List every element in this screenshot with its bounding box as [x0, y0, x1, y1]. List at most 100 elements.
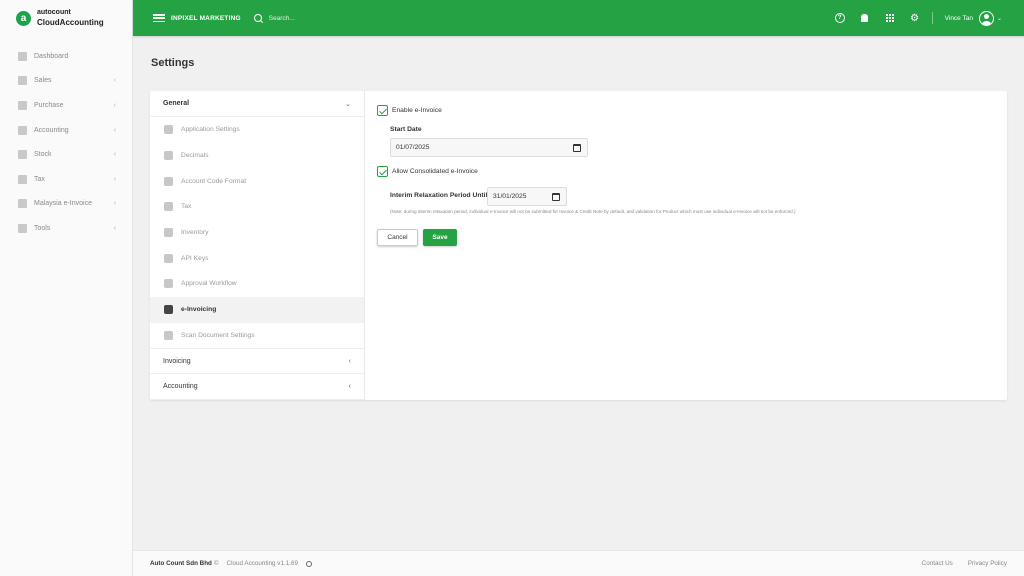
settings-item-approval-workflow[interactable]: Approval Workflow	[150, 271, 364, 297]
settings-item-label: Approval Workflow	[181, 280, 237, 288]
contact-us-link[interactable]: Contact Us	[922, 560, 953, 567]
sidebar-item-label: Tools	[34, 224, 51, 232]
chevron-left-icon: ‹	[113, 151, 116, 159]
interim-period-label: Interim Relaxation Period Until	[390, 192, 488, 199]
settings-item-api-keys[interactable]: API Keys	[150, 245, 364, 271]
gear-icon	[164, 125, 173, 135]
stock-icon	[18, 150, 27, 160]
sales-icon	[18, 76, 27, 86]
settings-item-label: Tax	[181, 203, 192, 211]
start-date-label: Start Date	[390, 126, 422, 133]
settings-item-application-settings[interactable]: Application Settings	[150, 117, 364, 143]
decimals-icon	[164, 151, 173, 161]
settings-item-inventory[interactable]: Inventory	[150, 220, 364, 246]
settings-item-tax[interactable]: Tax	[150, 194, 364, 220]
calendar-icon[interactable]	[552, 192, 560, 201]
sidebar-item-label: Accounting	[34, 126, 69, 134]
box-icon	[164, 228, 173, 238]
dashboard-icon	[18, 51, 27, 61]
brand-top-text: autocount	[37, 9, 71, 16]
scan-document-icon	[164, 330, 173, 340]
search-icon[interactable]	[253, 13, 263, 23]
sidebar-item-label: Stock	[34, 151, 52, 159]
tax-icon	[18, 174, 27, 184]
globe-icon[interactable]	[305, 560, 312, 567]
chevron-left-icon: ‹	[113, 224, 116, 232]
settings-item-account-code-format[interactable]: Account Code Format	[150, 168, 364, 194]
interim-date-input[interactable]: 31/01/2025	[487, 187, 567, 206]
sidebar-item-stock[interactable]: Stock ‹	[0, 142, 132, 167]
settings-group-general[interactable]: General ⌄	[150, 91, 364, 117]
bell-icon	[861, 14, 869, 22]
settings-item-label: Inventory	[181, 229, 209, 237]
document-icon	[164, 305, 173, 315]
sidebar: a autocount CloudAccounting Dashboard Sa…	[0, 0, 133, 576]
chevron-down-icon[interactable]: ⌄	[997, 15, 1002, 22]
sidebar-item-purchase[interactable]: Purchase ‹	[0, 93, 132, 118]
save-button[interactable]: Save	[423, 229, 457, 246]
sidebar-item-label: Malaysia e-Invoice	[34, 200, 92, 208]
settings-group-invoicing[interactable]: Invoicing ‹	[150, 348, 364, 375]
settings-nav: General ⌄ Application Settings Decimals …	[150, 91, 365, 401]
hamburger-menu-icon[interactable]	[153, 14, 165, 22]
interim-note: (Note: during interim relaxation period,…	[390, 209, 796, 214]
settings-item-label: Scan Document Settings	[181, 331, 255, 339]
footer-company: Auto Count Sdn Bhd	[150, 560, 212, 567]
account-code-icon	[164, 176, 173, 186]
chevron-left-icon: ‹	[113, 77, 116, 85]
settings-item-e-invoicing[interactable]: e-Invoicing	[150, 296, 364, 323]
accounting-icon	[18, 125, 27, 135]
settings-card: General ⌄ Application Settings Decimals …	[150, 91, 1007, 401]
sidebar-item-tax[interactable]: Tax ‹	[0, 167, 132, 192]
footer: Auto Count Sdn Bhd © Cloud Accounting v1…	[133, 550, 1024, 576]
settings-item-decimals[interactable]: Decimals	[150, 143, 364, 169]
tax-icon	[164, 202, 173, 212]
copyright-symbol: ©	[213, 560, 219, 567]
chevron-left-icon: ‹	[113, 175, 116, 183]
sidebar-item-accounting[interactable]: Accounting ‹	[0, 118, 132, 143]
start-date-input[interactable]: 01/07/2025	[390, 138, 588, 157]
settings-group-label: Invoicing	[163, 357, 191, 365]
chevron-left-icon: ‹	[113, 101, 116, 109]
sidebar-item-label: Sales	[34, 77, 52, 85]
settings-item-label: API Keys	[181, 254, 209, 262]
chevron-left-icon: ‹	[348, 357, 351, 365]
sidebar-item-dashboard[interactable]: Dashboard	[0, 44, 132, 69]
settings-group-label: Accounting	[163, 383, 198, 391]
autocount-logo-icon: a	[16, 10, 31, 26]
sidebar-item-label: Dashboard	[34, 52, 69, 60]
sidebar-item-malaysia-einvoice[interactable]: Malaysia e-Invoice ‹	[0, 192, 132, 217]
sidebar-item-sales[interactable]: Sales ‹	[0, 69, 132, 94]
cancel-button[interactable]: Cancel	[377, 229, 418, 246]
settings-group-label: General	[163, 100, 190, 107]
einvoice-icon	[18, 199, 27, 209]
settings-item-label: Application Settings	[181, 126, 240, 134]
notifications-button[interactable]	[860, 13, 870, 23]
allow-consolidated-row[interactable]: Allow Consolidated e-Invoice	[377, 166, 478, 177]
allow-consolidated-checkbox[interactable]	[377, 166, 388, 177]
calendar-icon[interactable]	[573, 143, 581, 152]
apps-button[interactable]	[885, 13, 895, 23]
list-icon	[164, 279, 173, 289]
sidebar-nav: Dashboard Sales ‹ Purchase ‹ Accounting …	[0, 44, 132, 241]
settings-item-scan-document-settings[interactable]: Scan Document Settings	[150, 323, 364, 349]
settings-group-accounting[interactable]: Accounting ‹	[150, 374, 364, 401]
settings-item-label: e-Invoicing	[181, 306, 217, 314]
help-icon[interactable]: ?	[834, 13, 845, 23]
wrench-icon	[18, 223, 27, 233]
enable-einvoice-checkbox[interactable]	[377, 105, 388, 116]
privacy-policy-link[interactable]: Privacy Policy	[968, 560, 1007, 567]
enable-einvoice-row[interactable]: Enable e-Invoice	[377, 105, 442, 116]
sidebar-item-tools[interactable]: Tools ‹	[0, 216, 132, 241]
avatar[interactable]	[978, 10, 994, 26]
page-title: Settings	[151, 57, 195, 69]
brand[interactable]: a autocount CloudAccounting	[0, 0, 132, 36]
company-name[interactable]: INPIXEL MARKETING	[171, 15, 241, 22]
search-input[interactable]	[268, 14, 389, 22]
chevron-left-icon: ‹	[113, 126, 116, 134]
footer-version: Cloud Accounting v1.1.69	[226, 560, 298, 567]
settings-item-label: Account Code Format	[181, 177, 247, 185]
header-divider	[931, 12, 933, 24]
gear-icon[interactable]: ⚙	[910, 13, 920, 24]
user-name[interactable]: Vince Tan	[945, 15, 973, 22]
